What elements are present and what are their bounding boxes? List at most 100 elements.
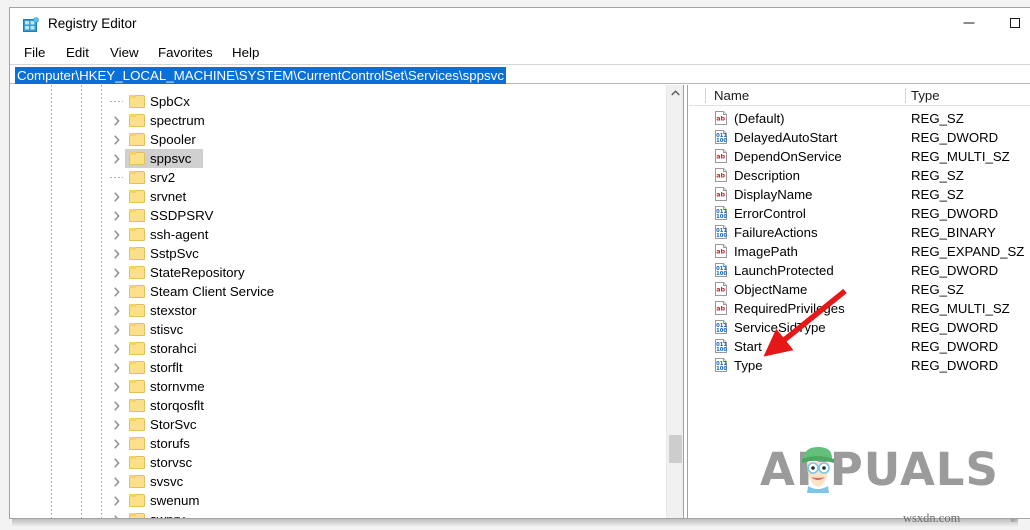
tree-item-spbcx[interactable]: SpbCx bbox=[11, 92, 683, 111]
tree-item-spooler[interactable]: Spooler bbox=[11, 130, 683, 149]
tree-item-storvsc[interactable]: storvsc bbox=[11, 453, 683, 472]
tree-item-storflt[interactable]: storflt bbox=[11, 358, 683, 377]
tree-item-stisvc[interactable]: stisvc bbox=[11, 320, 683, 339]
tree-scrollbar-thumb[interactable] bbox=[669, 435, 682, 463]
chevron-up-icon[interactable] bbox=[667, 85, 683, 102]
chevron-right-icon[interactable] bbox=[112, 343, 123, 354]
chevron-right-icon[interactable] bbox=[112, 229, 123, 240]
svg-text:100: 100 bbox=[716, 328, 727, 334]
value-row[interactable]: 011 100 Type REG_DWORD bbox=[689, 356, 1030, 375]
value-row[interactable]: 011 100 LaunchProtected REG_DWORD bbox=[689, 261, 1030, 280]
dword-value-icon: 011 100 bbox=[714, 263, 728, 277]
menu-item-edit[interactable]: Edit bbox=[60, 44, 95, 62]
string-value-icon: ab bbox=[714, 301, 728, 315]
value-name: RequiredPrivileges bbox=[734, 301, 845, 316]
menu-item-view[interactable]: View bbox=[104, 44, 145, 62]
minimize-button[interactable] bbox=[946, 8, 992, 38]
value-row[interactable]: 011 100 ServiceSidType REG_DWORD bbox=[689, 318, 1030, 337]
folder-icon bbox=[129, 456, 145, 469]
tree-item-svsvc[interactable]: svsvc bbox=[11, 472, 683, 491]
tree-item-sstpsvc[interactable]: SstpSvc bbox=[11, 244, 683, 263]
tree-item-spectrum[interactable]: spectrum bbox=[11, 111, 683, 130]
value-row[interactable]: ab ImagePath REG_EXPAND_SZ bbox=[689, 242, 1030, 261]
chevron-right-icon[interactable] bbox=[112, 419, 123, 430]
chevron-right-icon[interactable] bbox=[112, 267, 123, 278]
chevron-right-icon[interactable] bbox=[112, 381, 123, 392]
tree-item-stornvme[interactable]: stornvme bbox=[11, 377, 683, 396]
pane-splitter[interactable] bbox=[683, 85, 688, 518]
tree-item-storsvc[interactable]: StorSvc bbox=[11, 415, 683, 434]
folder-icon bbox=[129, 304, 145, 317]
tree-item-staterepository[interactable]: StateRepository bbox=[11, 263, 683, 282]
chevron-right-icon[interactable] bbox=[112, 476, 123, 487]
tree-item-label: sppsvc bbox=[150, 151, 192, 166]
value-row[interactable]: 011 100 DelayedAutoStart REG_DWORD bbox=[689, 128, 1030, 147]
tree-item-label: ssh-agent bbox=[150, 227, 209, 242]
value-type: REG_BINARY bbox=[911, 225, 996, 240]
chevron-right-icon[interactable] bbox=[112, 153, 123, 164]
chevron-right-icon[interactable] bbox=[112, 514, 123, 518]
value-row[interactable]: ab Description REG_SZ bbox=[689, 166, 1030, 185]
maximize-button[interactable] bbox=[992, 8, 1030, 38]
column-header-type[interactable]: Type bbox=[911, 87, 940, 104]
value-name: (Default) bbox=[734, 111, 785, 126]
value-row[interactable]: ab ObjectName REG_SZ bbox=[689, 280, 1030, 299]
menu-item-help[interactable]: Help bbox=[226, 44, 265, 62]
tree-item-label: srv2 bbox=[150, 170, 176, 185]
tree-item-srv2[interactable]: srv2 bbox=[11, 168, 683, 187]
chevron-right-icon[interactable] bbox=[112, 362, 123, 373]
tree-item-srvnet[interactable]: srvnet bbox=[11, 187, 683, 206]
chevron-right-icon[interactable] bbox=[112, 305, 123, 316]
column-header-name[interactable]: Name bbox=[714, 87, 749, 104]
chevron-right-icon[interactable] bbox=[112, 324, 123, 335]
tree-item-ssdpsrv[interactable]: SSDPSRV bbox=[11, 206, 683, 225]
menu-item-file[interactable]: File bbox=[18, 44, 51, 62]
chevron-right-icon[interactable] bbox=[112, 248, 123, 259]
value-row[interactable]: 011 100 FailureActions REG_BINARY bbox=[689, 223, 1030, 242]
chevron-right-icon[interactable] bbox=[112, 457, 123, 468]
address-bar[interactable]: Computer\HKEY_LOCAL_MACHINE\SYSTEM\Curre… bbox=[10, 64, 1030, 84]
chevron-right-icon[interactable] bbox=[112, 191, 123, 202]
dword-value-icon: 011 100 bbox=[714, 206, 728, 220]
tree-item-sppsvc[interactable]: sppsvc bbox=[11, 149, 683, 168]
address-path-text[interactable]: Computer\HKEY_LOCAL_MACHINE\SYSTEM\Curre… bbox=[15, 67, 506, 84]
value-name: LaunchProtected bbox=[734, 263, 834, 278]
menu-item-favorites[interactable]: Favorites bbox=[152, 44, 219, 62]
dword-value-icon: 011 100 bbox=[714, 358, 728, 372]
tree-item-label: swprv bbox=[150, 511, 185, 518]
tree-item-label: storvsc bbox=[150, 455, 193, 470]
tree-item-steam-client-service[interactable]: Steam Client Service bbox=[11, 282, 683, 301]
chevron-right-icon[interactable] bbox=[112, 400, 123, 411]
chevron-right-icon[interactable] bbox=[112, 210, 123, 221]
string-value-icon: ab bbox=[714, 149, 728, 163]
tree-item-storahci[interactable]: storahci bbox=[11, 339, 683, 358]
value-type: REG_DWORD bbox=[911, 358, 999, 373]
value-type: REG_EXPAND_SZ bbox=[911, 244, 1025, 259]
folder-icon bbox=[129, 399, 145, 412]
maximize-icon bbox=[1010, 18, 1020, 28]
tree-scrollbar[interactable] bbox=[666, 85, 683, 518]
tree-item-storqosflt[interactable]: storqosflt bbox=[11, 396, 683, 415]
svg-text:ab: ab bbox=[716, 248, 725, 256]
chevron-right-icon[interactable] bbox=[112, 438, 123, 449]
registry-key-tree[interactable]: SpbCx spectrum Spooler sppsvc srv2 srvnet SSDP… bbox=[11, 85, 683, 518]
value-type: REG_SZ bbox=[911, 187, 964, 202]
tree-item-storufs[interactable]: storufs bbox=[11, 434, 683, 453]
chevron-right-icon[interactable] bbox=[112, 495, 123, 506]
value-row[interactable]: ab DependOnService REG_MULTI_SZ bbox=[689, 147, 1030, 166]
value-row[interactable]: 011 100 ErrorControl REG_DWORD bbox=[689, 204, 1030, 223]
chevron-right-icon[interactable] bbox=[112, 134, 123, 145]
tree-item-label: Spooler bbox=[150, 132, 196, 147]
value-row[interactable]: 011 100 Start REG_DWORD bbox=[689, 337, 1030, 356]
chevron-right-icon[interactable] bbox=[112, 286, 123, 297]
tree-item-stexstor[interactable]: stexstor bbox=[11, 301, 683, 320]
value-type: REG_DWORD bbox=[911, 263, 999, 278]
value-row[interactable]: ab (Default) REG_SZ bbox=[689, 109, 1030, 128]
tree-item-ssh-agent[interactable]: ssh-agent bbox=[11, 225, 683, 244]
chevron-right-icon[interactable] bbox=[112, 115, 123, 126]
value-row[interactable]: ab DisplayName REG_SZ bbox=[689, 185, 1030, 204]
tree-item-swenum[interactable]: swenum bbox=[11, 491, 683, 510]
tree-item-swprv[interactable]: swprv bbox=[11, 510, 683, 518]
title-bar: Registry Editor bbox=[10, 8, 1030, 42]
value-row[interactable]: ab RequiredPrivileges REG_MULTI_SZ bbox=[689, 299, 1030, 318]
